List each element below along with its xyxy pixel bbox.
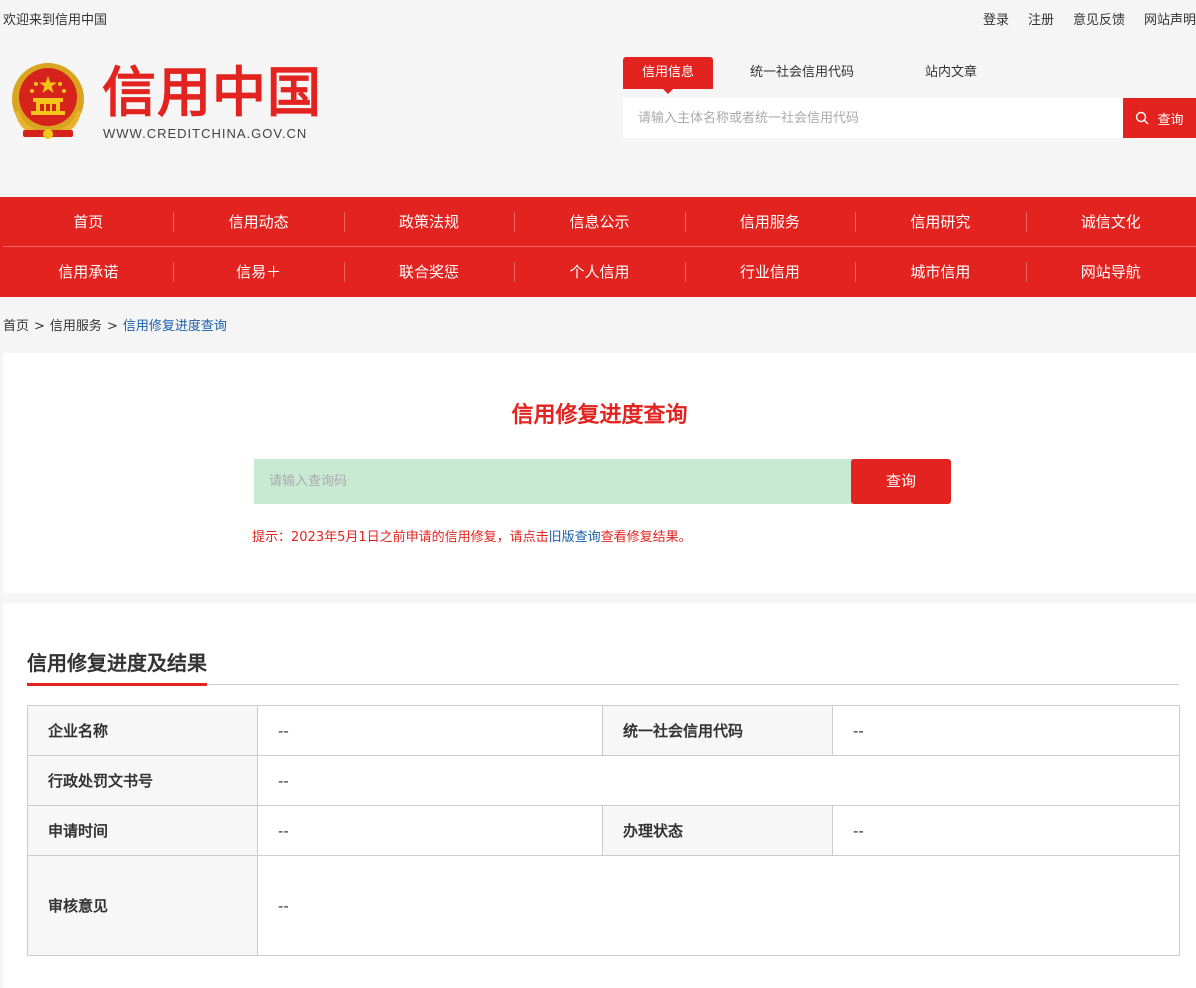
query-tip: 提示：2023年5月1日之前申请的信用修复，请点击旧版查询查看修复结果。	[252, 526, 692, 545]
site-logo-url: WWW.CREDITCHINA.GOV.CN	[103, 126, 308, 141]
register-link[interactable]: 注册	[1028, 9, 1054, 28]
nav-item-integrity-culture[interactable]: 诚信文化	[1025, 197, 1196, 246]
login-link[interactable]: 登录	[983, 9, 1009, 28]
process-status-label: 办理状态	[602, 805, 833, 856]
nav-row-1: 首页 信用动态 政策法规 信息公示 信用服务 信用研究 诚信文化	[3, 197, 1196, 247]
process-status-value: --	[832, 805, 1180, 856]
query-code-box	[254, 459, 852, 504]
old-version-query-link[interactable]: 旧版查询	[549, 530, 601, 545]
nav-item-xinyi[interactable]: 信易＋	[173, 247, 343, 297]
review-opinion-value: --	[257, 855, 1180, 956]
nav-item-policy[interactable]: 政策法规	[343, 197, 514, 246]
nav-item-industry-credit[interactable]: 行业信用	[684, 247, 855, 297]
national-emblem-icon[interactable]	[9, 62, 87, 142]
nav-item-credit-service[interactable]: 信用服务	[684, 197, 855, 246]
nav-item-info-disclosure[interactable]: 信息公示	[514, 197, 684, 246]
search-tabs: 信用信息 统一社会信用代码 站内文章	[623, 57, 977, 94]
main-nav: 首页 信用动态 政策法规 信息公示 信用服务 信用研究 诚信文化 信用承诺 信易…	[0, 197, 1196, 297]
header-search-button-label: 查询	[1157, 112, 1184, 128]
top-links: 登录 注册 意见反馈 网站声明	[983, 9, 1196, 28]
search-icon	[1136, 111, 1149, 125]
credit-code-label: 统一社会信用代码	[602, 705, 833, 756]
top-bar: 欢迎来到信用中国 登录 注册 意见反馈 网站声明	[0, 0, 1196, 34]
query-code-input[interactable]	[254, 459, 852, 504]
review-opinion-label: 审核意见	[27, 855, 258, 956]
header-search-box	[623, 98, 1123, 138]
table-row: 审核意见 --	[27, 855, 1180, 956]
nav-item-personal-credit[interactable]: 个人信用	[514, 247, 684, 297]
header-search-button[interactable]: 查询	[1123, 98, 1196, 138]
breadcrumb-separator: >	[106, 319, 118, 334]
result-table: 企业名称 -- 统一社会信用代码 -- 行政处罚文书号 -- 申请时间 -- 办…	[27, 705, 1180, 956]
breadcrumb: 首页 > 信用服务 > 信用修复进度查询	[3, 315, 227, 334]
tab-credit-info[interactable]: 信用信息	[623, 57, 713, 94]
penalty-doc-label: 行政处罚文书号	[27, 755, 258, 806]
nav-item-joint-rewards[interactable]: 联合奖惩	[343, 247, 514, 297]
nav-item-city-credit[interactable]: 城市信用	[855, 247, 1025, 297]
tab-site-articles[interactable]: 站内文章	[925, 57, 977, 89]
nav-item-site-nav[interactable]: 网站导航	[1025, 247, 1196, 297]
breadcrumb-current[interactable]: 信用修复进度查询	[123, 319, 227, 334]
query-button[interactable]: 查询	[851, 459, 951, 504]
feedback-link[interactable]: 意见反馈	[1073, 9, 1125, 28]
site-statement-link[interactable]: 网站声明	[1144, 9, 1196, 28]
result-title: 信用修复进度及结果	[27, 651, 207, 675]
company-name-label: 企业名称	[27, 705, 258, 756]
query-title: 信用修复进度查询	[511, 403, 688, 428]
nav-item-credit-research[interactable]: 信用研究	[855, 197, 1025, 246]
welcome-text: 欢迎来到信用中国	[3, 13, 108, 28]
nav-item-credit-commitment[interactable]: 信用承诺	[3, 247, 173, 297]
site-logo-text[interactable]: 信用中国	[102, 60, 322, 126]
nav-item-credit-news[interactable]: 信用动态	[173, 197, 343, 246]
breadcrumb-credit-service[interactable]: 信用服务	[50, 319, 102, 334]
apply-time-label: 申请时间	[27, 805, 258, 856]
result-panel: 信用修复进度及结果 企业名称 -- 统一社会信用代码 -- 行政处罚文书号 --…	[3, 603, 1196, 988]
nav-row-2: 信用承诺 信易＋ 联合奖惩 个人信用 行业信用 城市信用 网站导航	[3, 247, 1196, 297]
tab-credit-code[interactable]: 统一社会信用代码	[750, 57, 854, 89]
nav-item-home[interactable]: 首页	[3, 197, 173, 246]
title-underline	[27, 683, 207, 686]
query-tip-text-after: 查看修复结果。	[600, 530, 692, 545]
apply-time-value: --	[257, 805, 603, 856]
query-tip-text: 提示：2023年5月1日之前申请的信用修复，请点击	[252, 530, 549, 545]
table-row: 企业名称 -- 统一社会信用代码 --	[27, 705, 1180, 756]
company-name-value: --	[257, 705, 603, 756]
breadcrumb-home[interactable]: 首页	[3, 319, 29, 334]
credit-code-value: --	[832, 705, 1180, 756]
query-panel: 信用修复进度查询 查询 提示：2023年5月1日之前申请的信用修复，请点击旧版查…	[3, 353, 1196, 593]
header-search-input[interactable]	[623, 98, 1123, 138]
penalty-doc-value: --	[257, 755, 1180, 806]
table-row: 行政处罚文书号 --	[27, 755, 1180, 806]
table-row: 申请时间 -- 办理状态 --	[27, 805, 1180, 856]
breadcrumb-separator: >	[34, 319, 45, 334]
